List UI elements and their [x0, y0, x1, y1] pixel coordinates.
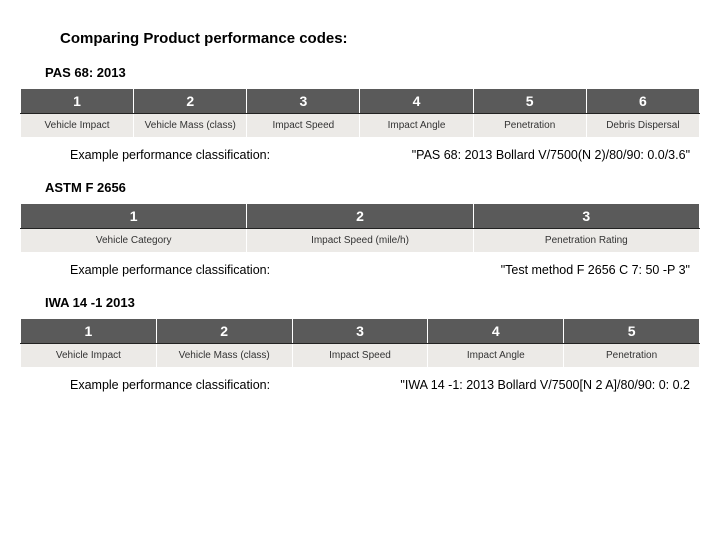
- col-num: 3: [292, 319, 428, 344]
- col-desc: Vehicle Impact: [21, 344, 157, 368]
- col-desc: Impact Angle: [428, 344, 564, 368]
- code-table: 1 2 3 4 5 6 Vehicle Impact Vehicle Mass …: [20, 88, 700, 138]
- code-table: 1 2 3 4 5 Vehicle Impact Vehicle Mass (c…: [20, 318, 700, 368]
- col-num: 5: [473, 89, 586, 114]
- example-value: "IWA 14 -1: 2013 Bollard V/7500[N 2 A]/8…: [400, 378, 690, 392]
- col-desc: Vehicle Category: [21, 229, 247, 253]
- col-desc: Penetration: [564, 344, 700, 368]
- example-row: Example performance classification: "IWA…: [20, 378, 700, 392]
- col-desc: Vehicle Mass (class): [134, 114, 247, 138]
- col-num: 1: [21, 89, 134, 114]
- col-desc: Vehicle Impact: [21, 114, 134, 138]
- col-num: 4: [428, 319, 564, 344]
- col-desc: Penetration: [473, 114, 586, 138]
- code-table: 1 2 3 Vehicle Category Impact Speed (mil…: [20, 203, 700, 253]
- col-num: 6: [586, 89, 699, 114]
- col-num: 5: [564, 319, 700, 344]
- example-label: Example performance classification:: [70, 148, 270, 162]
- col-desc: Impact Speed: [247, 114, 360, 138]
- col-num: 4: [360, 89, 473, 114]
- col-num: 3: [473, 204, 699, 229]
- page-title: Comparing Product performance codes:: [60, 30, 700, 47]
- col-num: 1: [21, 319, 157, 344]
- col-desc: Penetration Rating: [473, 229, 699, 253]
- example-value: "PAS 68: 2013 Bollard V/7500(N 2)/80/90:…: [412, 148, 690, 162]
- example-row: Example performance classification: "Tes…: [20, 263, 700, 277]
- col-desc: Impact Angle: [360, 114, 473, 138]
- col-num: 3: [247, 89, 360, 114]
- section-heading: IWA 14 -1 2013: [45, 295, 700, 310]
- example-label: Example performance classification:: [70, 378, 270, 392]
- section-heading: ASTM F 2656: [45, 180, 700, 195]
- col-num: 1: [21, 204, 247, 229]
- col-num: 2: [156, 319, 292, 344]
- col-desc: Vehicle Mass (class): [156, 344, 292, 368]
- col-desc: Impact Speed (mile/h): [247, 229, 473, 253]
- col-desc: Impact Speed: [292, 344, 428, 368]
- example-label: Example performance classification:: [70, 263, 270, 277]
- col-num: 2: [134, 89, 247, 114]
- example-row: Example performance classification: "PAS…: [20, 148, 700, 162]
- col-num: 2: [247, 204, 473, 229]
- example-value: "Test method F 2656 C 7: 50 -P 3": [501, 263, 690, 277]
- col-desc: Debris Dispersal: [586, 114, 699, 138]
- section-heading: PAS 68: 2013: [45, 65, 700, 80]
